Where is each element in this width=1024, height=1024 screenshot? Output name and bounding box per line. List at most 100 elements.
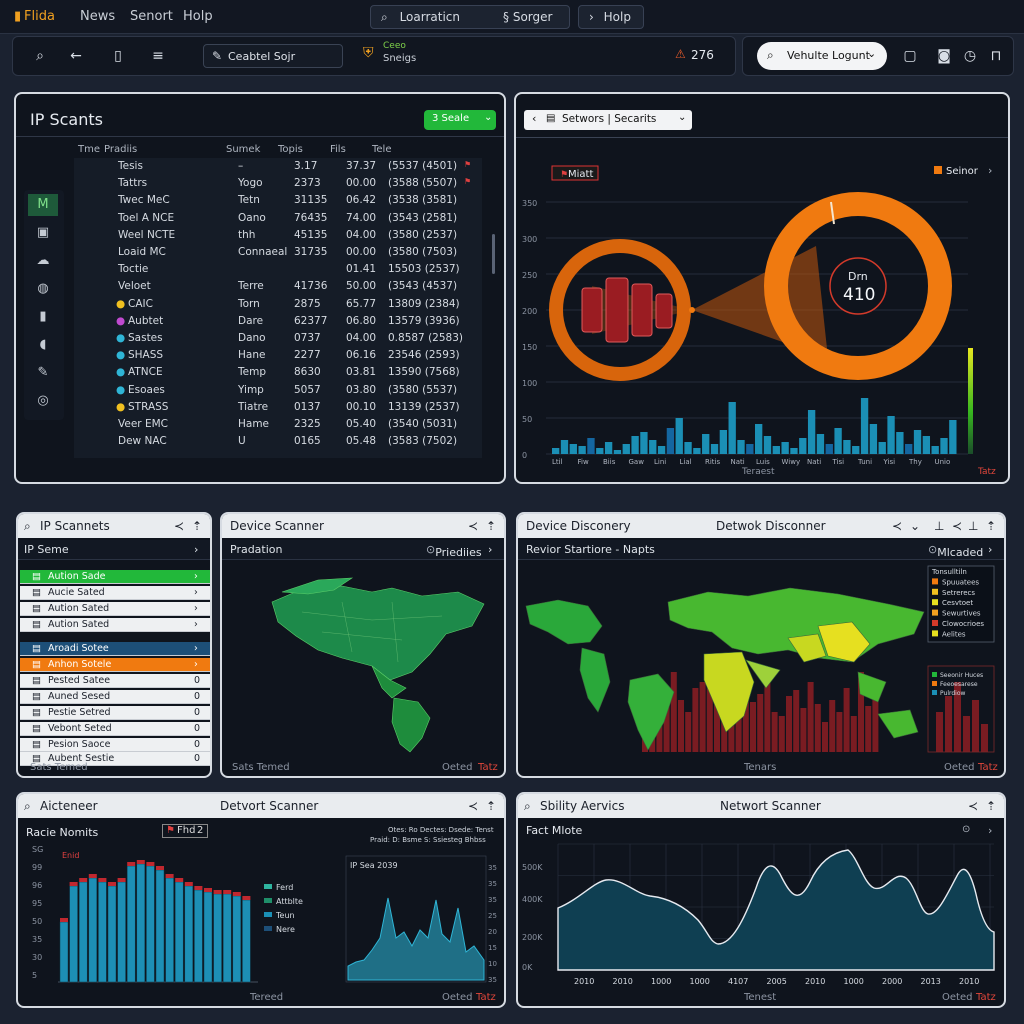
globe-icon[interactable]: ◍ <box>28 278 58 300</box>
col-header[interactable]: Tele <box>372 144 392 155</box>
table-row[interactable]: Loaid MC Connaeal 31735 00.00 (3580 (7503) <box>88 244 498 261</box>
bar <box>126 865 136 983</box>
back-arrow-icon[interactable]: ← <box>67 47 85 65</box>
menu-senort[interactable]: Senort <box>130 9 173 24</box>
breadcrumb[interactable]: ‹ ▤ Setwors | Secarits ⌄ <box>524 110 692 130</box>
share-icon[interactable]: ≺ <box>468 799 478 813</box>
section-title: Pradation <box>230 543 283 556</box>
edit-icon[interactable]: ✎ <box>28 362 58 384</box>
area-series <box>347 897 485 981</box>
share-icon[interactable]: ≺ <box>174 519 184 533</box>
app-name[interactable]: Flida <box>24 9 55 24</box>
menu-icon[interactable]: ≡ <box>149 47 167 65</box>
legend-swatch <box>932 690 937 695</box>
section-header[interactable]: IP Seme › <box>18 540 210 560</box>
scrollbar[interactable] <box>492 234 495 274</box>
share-icon[interactable]: ≺ <box>968 799 978 813</box>
badge-top: Ceeo <box>383 41 406 51</box>
bar <box>816 434 825 454</box>
sort-icon[interactable]: ⊥ <box>968 519 978 533</box>
upload-icon[interactable]: ⇡ <box>192 519 202 533</box>
menu-help[interactable]: Holp <box>183 9 213 24</box>
upload-icon[interactable]: ⇡ <box>486 799 496 813</box>
table-cell: 45135 <box>294 228 328 241</box>
list-item[interactable]: ▤ Pesion Saoce 0 <box>20 738 210 752</box>
display-icon[interactable]: ◙ <box>935 47 953 65</box>
table-row[interactable]: Dew NAC U 0165 05.48 (3583 (7502) <box>88 433 498 450</box>
badge[interactable]: ⊙ Mlcaded <box>928 543 983 559</box>
list-item[interactable]: ▤ Aution Sated › <box>20 618 210 632</box>
m-icon[interactable]: M <box>28 194 58 216</box>
upload-icon[interactable]: ⇡ <box>986 799 996 813</box>
badge[interactable]: ⊙ Priediies <box>426 543 482 559</box>
doc-icon[interactable]: ▣ <box>28 222 58 244</box>
share-icon[interactable]: ≺ <box>468 519 478 533</box>
logout-button[interactable]: ⌕ Vehulte Logunt ⌄ <box>757 42 887 70</box>
x-tick-label: 2010 <box>959 977 979 986</box>
table-row[interactable]: ● STRASS Tiatre 0137 00.10 13139 (2537) <box>88 399 498 416</box>
sort-icon[interactable]: ⊥ <box>934 519 944 533</box>
y-tick-label: 0K <box>522 963 533 972</box>
window-icon[interactable]: ▢ <box>901 47 919 65</box>
table-row[interactable]: Veloet Terre 41736 50.00 (3543 (4537) <box>88 278 498 295</box>
col-header[interactable]: Sumek <box>226 144 260 155</box>
table-row[interactable]: Weel NCTE thh 45135 04.00 (3580 (2537) <box>88 227 498 244</box>
phone-icon[interactable]: ▮ <box>28 306 58 328</box>
table-row[interactable]: ● Sastes Dano 0737 04.00 0.8587 (2583) <box>88 330 498 347</box>
chevron-right-icon[interactable]: › <box>488 543 492 556</box>
chevron-right-icon: › <box>194 587 198 598</box>
list-item[interactable]: ▤ Auned Sesed 0 <box>20 690 210 704</box>
table-row[interactable]: Twec MeC Tetn 31135 06.42 (3538 (3581) <box>88 192 498 209</box>
bar <box>203 891 213 983</box>
share-icon[interactable]: ≺ <box>952 519 962 533</box>
table-row[interactable]: Toctie 01.41 15503 (2537) <box>88 261 498 278</box>
table-row[interactable]: ● Aubtet Dare 62377 06.80 13579 (3936) <box>88 313 498 330</box>
search-icon[interactable]: ⌕ <box>31 47 49 65</box>
table-row[interactable]: ● Esoaes Yimp 5057 03.80 (3580 (5537) <box>88 382 498 399</box>
table-row[interactable]: ● SHASS Hane 2277 06.16 23546 (2593) <box>88 347 498 364</box>
table-cell: (5537 (4501) <box>388 160 458 172</box>
list-item[interactable]: ▤ Anhon Sotele › <box>20 658 210 672</box>
scale-button[interactable]: 3 Seale ⌄ <box>424 110 496 130</box>
col-header[interactable]: Topis <box>278 144 303 155</box>
chevron-right-icon[interactable]: › <box>988 543 992 556</box>
table-row[interactable]: ● CAIC Torn 2875 65.77 13809 (2384) <box>88 296 498 313</box>
list-item[interactable]: ▤ Vebont Seted 0 <box>20 722 210 736</box>
alert-icon[interactable]: ⚠ <box>675 47 686 61</box>
clock-icon[interactable]: ◷ <box>961 47 979 65</box>
table-row[interactable]: ● ATNCE Temp 8630 03.81 13590 (7568) <box>88 364 498 381</box>
table-row[interactable]: Veer EMC Hame 2325 05.40 (3540 (5031) <box>88 416 498 433</box>
table-row[interactable]: Toel A NCE Oano 76435 74.00 (3543 (2581) <box>88 210 498 227</box>
col-header[interactable]: Fils <box>330 144 346 155</box>
table-row[interactable]: Tesis – 3.17 37.37 (5537 (4501) ⚑ <box>88 158 498 175</box>
list-item[interactable]: ▤ Aroadi Sotee › <box>20 642 210 656</box>
bar <box>814 704 821 752</box>
table-row[interactable]: Tattrs Yogo 2373 00.00 (3588 (5507) ⚑ <box>88 175 498 192</box>
cloud-icon[interactable]: ☁ <box>28 250 58 272</box>
upload-icon[interactable]: ⇡ <box>486 519 496 533</box>
list-item[interactable]: ▤ Aution Sade › <box>20 570 210 584</box>
menu-news[interactable]: News <box>80 9 115 24</box>
signal-icon[interactable]: ◖ <box>28 334 58 356</box>
table-cell: (3543 (2581) <box>388 211 458 224</box>
table-cell: (3538 (3581) <box>388 194 458 207</box>
grid-icon[interactable]: ◎ <box>28 390 58 412</box>
col-header[interactable]: Pradiis <box>104 144 137 155</box>
panel-header: Device Scanner ≺ ⇡ <box>222 514 504 538</box>
upload-icon[interactable]: ⇡ <box>986 519 996 533</box>
list-item[interactable]: ▤ Aucie Sated › <box>20 586 210 600</box>
col-header[interactable]: Tme <box>78 144 100 155</box>
server-select[interactable]: ✎ Ceabtel Sojr <box>203 44 343 68</box>
chevron-down-icon[interactable]: ⌄ <box>910 519 920 533</box>
list-item[interactable]: ▤ Pestie Setred 0 <box>20 706 210 720</box>
lock-icon[interactable]: ⊓ <box>987 47 1005 65</box>
table-cell: Toel A NCE <box>118 211 175 224</box>
list-item[interactable]: ▤ Aution Sated › <box>20 602 210 616</box>
share-icon[interactable]: ≺ <box>892 519 902 533</box>
location-search[interactable]: ⌕ Loarraticn § Sorger <box>370 5 570 29</box>
tag-box[interactable]: ⚑ Fhd 2 <box>162 824 208 838</box>
help-button[interactable]: › Holp <box>578 5 644 29</box>
columns-icon[interactable]: ▯ <box>109 47 127 65</box>
list-item[interactable]: ▤ Pested Satee 0 <box>20 674 210 688</box>
bar <box>242 899 251 983</box>
